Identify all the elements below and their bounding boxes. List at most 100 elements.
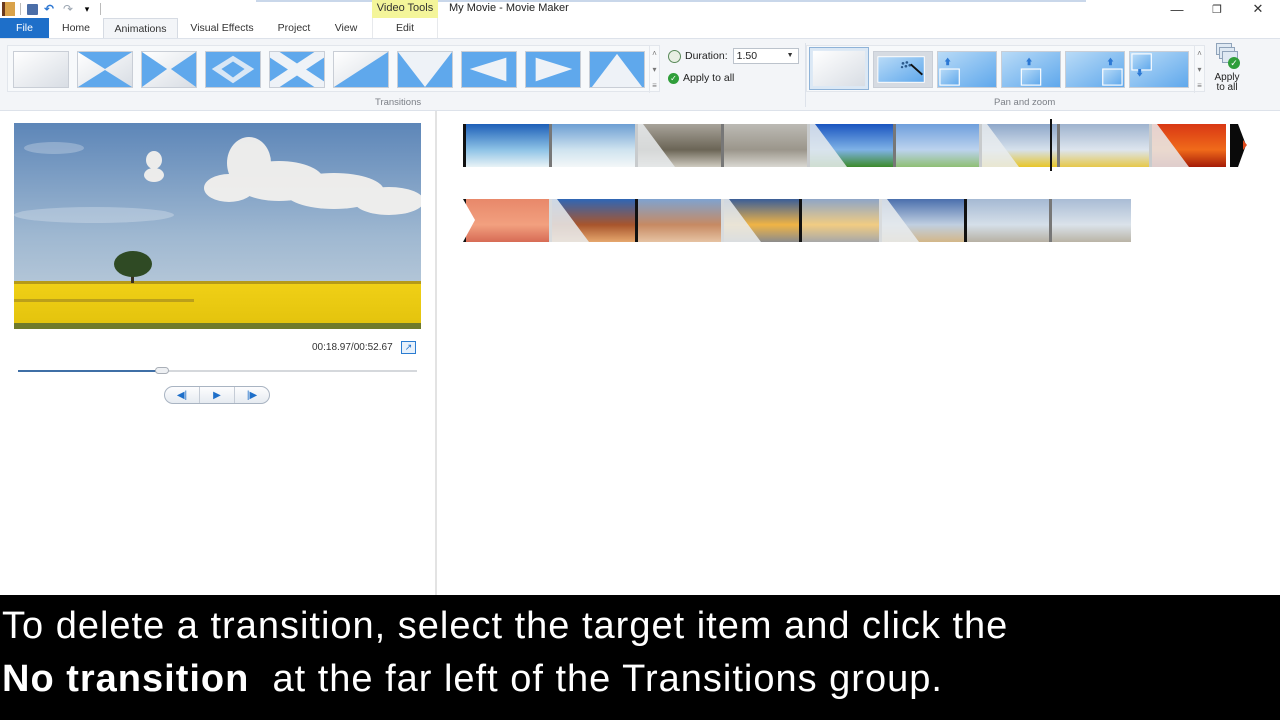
duration-control: Duration: 1.50 ▼ bbox=[668, 48, 799, 64]
clip-thumbnail bbox=[1149, 124, 1226, 167]
tab-view[interactable]: View bbox=[327, 18, 365, 38]
transitions-group-label: Transitions bbox=[375, 97, 422, 108]
duration-label: Duration: bbox=[685, 50, 728, 62]
duration-dropdown[interactable]: 1.50 ▼ bbox=[732, 48, 799, 64]
playhead[interactable] bbox=[1050, 119, 1052, 171]
pan-zoom-no-pan-zoom-icon bbox=[812, 50, 866, 87]
save-icon[interactable] bbox=[27, 3, 38, 15]
undo-icon[interactable]: ↶ bbox=[41, 1, 57, 17]
dropdown-arrow-icon: ▼ bbox=[786, 52, 794, 59]
expand-gallery-icon[interactable]: ≡ bbox=[1197, 81, 1202, 90]
close-icon: ✕ bbox=[1252, 1, 1264, 16]
storyboard-clip-desert-butte-faded[interactable] bbox=[635, 199, 721, 242]
seek-bar[interactable] bbox=[18, 367, 417, 374]
pan-zoom-pan-up-center[interactable] bbox=[1001, 51, 1061, 88]
previous-frame-button[interactable]: ◀| bbox=[165, 387, 200, 403]
tutorial-caption: To delete a transition, select the targe… bbox=[0, 595, 1280, 720]
tab-edit[interactable]: Edit bbox=[372, 18, 438, 38]
transition-diagonal-up[interactable] bbox=[333, 51, 389, 88]
pan-zoom-pan-up-left[interactable] bbox=[937, 51, 997, 88]
caption-line-2-rest: at the far left of the Transitions group… bbox=[249, 658, 943, 700]
movie-maker-window: ↶ ↷ ▾ Video Tools My Movie - Movie Maker… bbox=[0, 0, 1280, 720]
preview-monitor[interactable] bbox=[14, 123, 421, 329]
minimize-icon: — bbox=[1170, 1, 1184, 17]
transition-v-up[interactable] bbox=[589, 51, 645, 88]
clip-thumbnail bbox=[463, 124, 549, 167]
storyboard-row-2 bbox=[463, 199, 1131, 242]
storyboard-clip-beach-rock-faded[interactable] bbox=[549, 124, 635, 167]
ribbon-animations: ˄ ▾ ≡ Transitions Duration: 1.50 ▼ ✓ App… bbox=[0, 38, 1280, 111]
play-icon: ▶ bbox=[213, 389, 221, 401]
storyboard-clip-sunset-harbor[interactable] bbox=[721, 199, 799, 242]
customize-qat-icon[interactable]: ▾ bbox=[79, 1, 95, 17]
storyboard-clip-desert-butte[interactable] bbox=[549, 199, 635, 242]
storyboard-clip-green-field[interactable] bbox=[807, 124, 893, 167]
next-frame-button[interactable]: |▶ bbox=[235, 387, 269, 403]
clip-thumbnail bbox=[964, 199, 1049, 242]
storyboard-clip-red-flower[interactable] bbox=[1149, 124, 1226, 167]
ribbon-tabs: File Home Animations Visual Effects Proj… bbox=[0, 18, 1280, 53]
pan-zoom-gallery-scroll[interactable]: ˄ ▾ ≡ bbox=[1194, 46, 1204, 93]
storyboard-clip-yellow-field[interactable] bbox=[979, 124, 1057, 167]
pan-zoom-pan-up-center-icon bbox=[1002, 52, 1060, 87]
pan-zoom-automatic[interactable] bbox=[873, 51, 933, 88]
transition-arrow-right[interactable] bbox=[525, 51, 581, 88]
storyboard-clip-beach-rock[interactable] bbox=[463, 124, 549, 167]
transition-v-down[interactable] bbox=[397, 51, 453, 88]
minimize-button[interactable]: — bbox=[1157, 0, 1197, 18]
transition-bowtie-vertical[interactable] bbox=[141, 51, 197, 88]
transition-cross[interactable] bbox=[269, 51, 325, 88]
transition-arrow-left[interactable] bbox=[461, 51, 517, 88]
seek-bar-thumb[interactable] bbox=[154, 367, 169, 374]
restore-icon: ❐ bbox=[1212, 3, 1222, 16]
storyboard-clip-green-field-faded[interactable] bbox=[893, 124, 979, 167]
quick-access-toolbar: ↶ ↷ ▾ bbox=[0, 1, 107, 17]
close-button[interactable]: ✕ bbox=[1238, 0, 1278, 18]
apply-transition-to-all-button[interactable]: ✓ Apply to all bbox=[668, 72, 734, 84]
scroll-up-icon[interactable]: ˄ bbox=[1197, 49, 1202, 58]
restore-button[interactable]: ❐ bbox=[1197, 0, 1237, 18]
pan-zoom-pan-down-left[interactable] bbox=[1129, 51, 1189, 88]
transitions-gallery-scroll[interactable]: ˄ ▾ ≡ bbox=[649, 46, 659, 93]
row-start-arrow-icon bbox=[463, 199, 475, 242]
storyboard-clip-mountain-fog-faded[interactable] bbox=[721, 124, 807, 167]
qat-separator-2 bbox=[100, 3, 101, 15]
pan-zoom-pan-up-right-icon bbox=[1066, 52, 1124, 87]
transition-cross-icon bbox=[270, 52, 324, 87]
transition-diamond[interactable] bbox=[205, 51, 261, 88]
play-button[interactable]: ▶ bbox=[200, 387, 235, 403]
pan-zoom-pan-up-right[interactable] bbox=[1065, 51, 1125, 88]
transition-no-transition[interactable] bbox=[13, 51, 69, 88]
storyboard-clip-yellow-field-faded[interactable] bbox=[1057, 124, 1149, 167]
caption-line-1: To delete a transition, select the targe… bbox=[2, 605, 1009, 647]
clip-thumbnail bbox=[549, 124, 635, 167]
film-icon[interactable] bbox=[2, 2, 15, 16]
expand-gallery-icon[interactable]: ≡ bbox=[652, 81, 657, 90]
preview-image bbox=[14, 123, 421, 329]
storyboard-clip-mountain-fog[interactable] bbox=[635, 124, 721, 167]
storyboard-clip-red-flower-faded[interactable] bbox=[463, 199, 549, 242]
storyboard-clip-sunset-harbor-faded[interactable] bbox=[799, 199, 879, 242]
fullscreen-preview-button[interactable]: ↗ bbox=[401, 341, 416, 354]
scroll-down-icon[interactable]: ▾ bbox=[1197, 65, 1201, 74]
redo-icon[interactable]: ↷ bbox=[60, 1, 76, 17]
transition-no-transition-icon bbox=[14, 52, 68, 87]
apply-to-all-label: Apply to all bbox=[683, 72, 735, 84]
scroll-down-icon[interactable]: ▾ bbox=[652, 65, 656, 74]
transition-bowtie-horizontal[interactable] bbox=[77, 51, 133, 88]
preview-pane: 00:18.97/00:52.67 ↗ ◀| ▶ |▶ bbox=[0, 111, 437, 595]
tab-file[interactable]: File bbox=[0, 18, 49, 38]
pan-zoom-automatic-icon bbox=[874, 52, 932, 87]
clip-thumbnail bbox=[893, 124, 979, 167]
storyboard-clip-sea-shore[interactable] bbox=[879, 199, 964, 242]
apply-pan-zoom-to-all-button[interactable]: ✓ Apply to all bbox=[1208, 43, 1246, 99]
pan-zoom-no-pan-zoom[interactable] bbox=[809, 47, 869, 90]
tab-visual-effects[interactable]: Visual Effects bbox=[184, 18, 260, 38]
scroll-up-icon[interactable]: ˄ bbox=[652, 49, 657, 58]
storyboard-clip-sea-shore-2[interactable] bbox=[964, 199, 1049, 242]
storyboard-clip-sea-shore-3[interactable] bbox=[1049, 199, 1131, 242]
tab-home[interactable]: Home bbox=[55, 18, 97, 38]
tab-project[interactable]: Project bbox=[270, 18, 318, 38]
tab-animations[interactable]: Animations bbox=[103, 18, 178, 38]
clip-thumbnail bbox=[721, 124, 807, 167]
